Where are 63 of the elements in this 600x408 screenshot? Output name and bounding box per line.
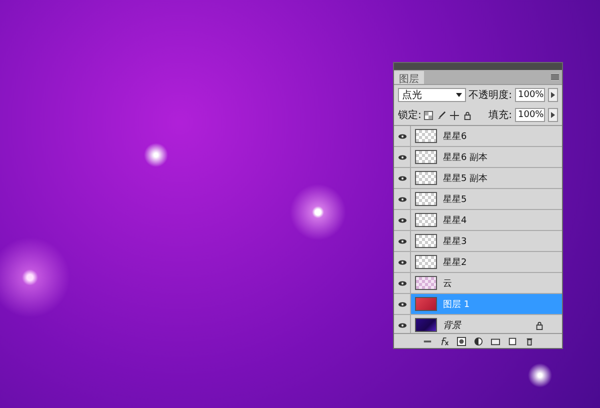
eye-icon[interactable] bbox=[398, 320, 406, 330]
layer-row[interactable]: 星星2 bbox=[394, 252, 562, 273]
lock-icon bbox=[535, 320, 544, 330]
layer-name: 星星5 bbox=[443, 194, 468, 206]
arrow-icon bbox=[551, 92, 555, 98]
caret-icon bbox=[456, 93, 462, 97]
opacity-stepper[interactable] bbox=[548, 88, 558, 102]
layer-thumbnail bbox=[415, 297, 437, 311]
eye-icon[interactable] bbox=[398, 194, 406, 204]
layer-name: 背景 bbox=[443, 320, 462, 332]
layer-thumbnail bbox=[415, 234, 437, 248]
eye-icon[interactable] bbox=[398, 152, 406, 162]
layer-thumbnail bbox=[415, 171, 437, 185]
fx-icon[interactable] bbox=[440, 336, 448, 346]
layer-name: 星星6 副本 bbox=[443, 152, 489, 164]
layer-thumbnail bbox=[415, 129, 437, 143]
eye-icon[interactable] bbox=[398, 132, 406, 140]
opacity-field[interactable]: 100% bbox=[515, 88, 545, 102]
layer-name: 星星6 bbox=[443, 130, 468, 142]
layer-row[interactable]: 星星5 bbox=[394, 189, 562, 210]
layer-row[interactable]: 背景 bbox=[394, 315, 562, 333]
trash-icon[interactable] bbox=[524, 336, 534, 346]
arrow-icon bbox=[551, 112, 555, 118]
layer-thumbnail bbox=[415, 318, 437, 332]
adjustment-icon[interactable] bbox=[474, 336, 482, 346]
layer-name: 图层 1 bbox=[443, 298, 471, 310]
layer-name: 星星4 bbox=[443, 214, 468, 226]
folder-icon[interactable] bbox=[490, 336, 500, 346]
blend-mode-dropdown[interactable]: 点光 bbox=[398, 88, 466, 102]
layer-name: 星星2 bbox=[443, 256, 468, 268]
layers-tab[interactable]: 图层 bbox=[394, 71, 424, 84]
layer-name: 星星3 bbox=[443, 236, 468, 248]
eye-icon[interactable] bbox=[398, 258, 406, 266]
new-layer-icon[interactable] bbox=[508, 336, 516, 346]
layer-name: 星星5 副本 bbox=[443, 172, 489, 184]
layer-row[interactable]: 星星6 副本 bbox=[394, 147, 562, 168]
fill-stepper[interactable] bbox=[548, 108, 558, 122]
layer-thumbnail bbox=[415, 276, 437, 290]
layer-row[interactable]: 云 bbox=[394, 273, 562, 294]
layer-thumbnail bbox=[415, 255, 437, 269]
eye-icon[interactable] bbox=[398, 236, 406, 246]
layer-thumbnail bbox=[415, 192, 437, 206]
eye-icon[interactable] bbox=[398, 174, 406, 182]
brush-icon[interactable] bbox=[437, 110, 446, 120]
fill-field[interactable]: 100% bbox=[515, 108, 545, 122]
lock-label: 锁定: bbox=[398, 108, 422, 122]
eye-icon[interactable] bbox=[398, 300, 406, 308]
layer-row[interactable]: 星星5 副本 bbox=[394, 168, 562, 189]
layer-row[interactable]: 星星3 bbox=[394, 231, 562, 252]
layer-row[interactable]: 星星6 bbox=[394, 126, 562, 147]
layer-thumbnail bbox=[415, 150, 437, 164]
fill-label: 填充: bbox=[488, 108, 512, 122]
eye-icon[interactable] bbox=[398, 278, 406, 288]
layer-name: 云 bbox=[443, 278, 453, 290]
eye-icon[interactable] bbox=[398, 216, 406, 224]
layer-thumbnail bbox=[415, 213, 437, 227]
lock-icon bbox=[463, 110, 472, 120]
opacity-label: 不透明度: bbox=[468, 88, 512, 102]
checker-icon[interactable] bbox=[424, 110, 434, 120]
move-icon[interactable] bbox=[450, 110, 460, 120]
layer-row[interactable]: 星星4 bbox=[394, 210, 562, 231]
mask-icon[interactable] bbox=[456, 336, 466, 346]
menu-icon[interactable] bbox=[551, 74, 559, 80]
